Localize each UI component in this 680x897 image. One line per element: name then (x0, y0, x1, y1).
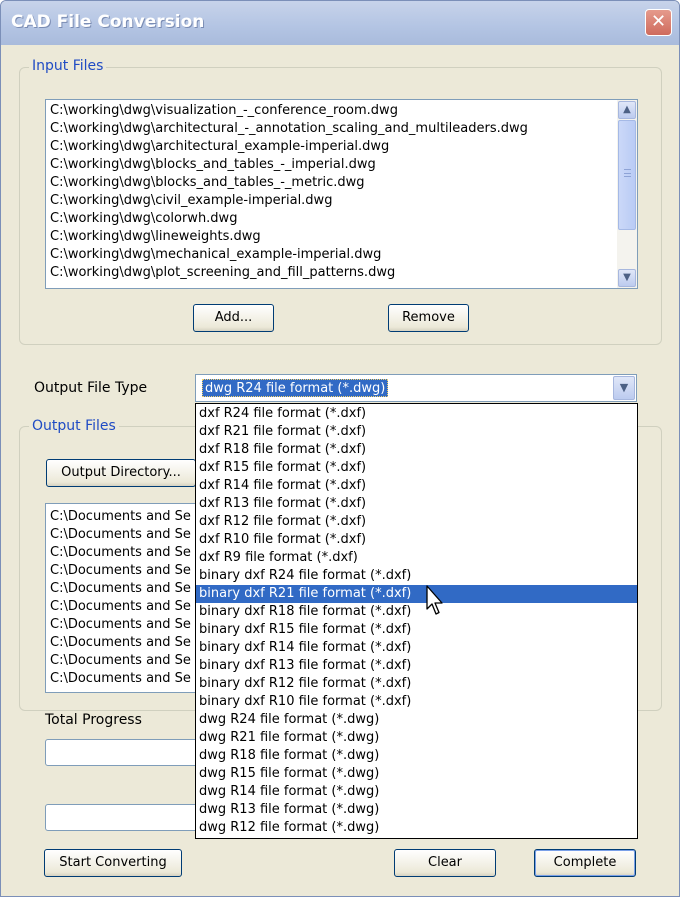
file-type-option[interactable]: dxf R21 file format (*.dxf) (196, 423, 637, 441)
file-type-option[interactable]: dwg R24 file format (*.dwg) (196, 711, 637, 729)
cad-file-conversion-dialog: CAD File Conversion ✕ Input Files C:\wor… (0, 0, 680, 897)
scroll-up-button[interactable]: ▲ (618, 101, 636, 119)
input-file-item[interactable]: C:\working\dwg\plot_screening_and_fill_p… (46, 264, 637, 282)
file-type-option[interactable]: binary dxf R18 file format (*.dxf) (196, 603, 637, 621)
file-type-option[interactable]: dxf R14 file format (*.dxf) (196, 477, 637, 495)
file-type-option[interactable]: dxf R12 file format (*.dxf) (196, 513, 637, 531)
complete-button[interactable]: Complete (534, 849, 636, 877)
file-type-option[interactable]: dwg R15 file format (*.dwg) (196, 765, 637, 783)
file-type-option[interactable]: binary dxf R14 file format (*.dxf) (196, 639, 637, 657)
output-file-type-label: Output File Type (34, 380, 148, 396)
file-type-option[interactable]: binary dxf R12 file format (*.dxf) (196, 675, 637, 693)
input-file-item[interactable]: C:\working\dwg\colorwh.dwg (46, 210, 637, 228)
output-file-type-select[interactable]: dwg R24 file format (*.dwg) ▼ (195, 374, 637, 402)
dropdown-button[interactable]: ▼ (613, 376, 635, 400)
file-type-option[interactable]: dwg R21 file format (*.dwg) (196, 729, 637, 747)
file-type-option[interactable]: dxf R10 file format (*.dxf) (196, 531, 637, 549)
file-type-option[interactable]: dxf R15 file format (*.dxf) (196, 459, 637, 477)
file-type-option[interactable]: dxf R24 file format (*.dxf) (196, 405, 637, 423)
scroll-down-button[interactable]: ▼ (618, 269, 636, 287)
file-type-option[interactable]: binary dxf R21 file format (*.dxf) (196, 585, 637, 603)
file-type-option[interactable]: binary dxf R15 file format (*.dxf) (196, 621, 637, 639)
total-progress-label: Total Progress (45, 712, 142, 728)
input-file-item[interactable]: C:\working\dwg\architectural_-_annotatio… (46, 120, 637, 138)
input-file-item[interactable]: C:\working\dwg\civil_example-imperial.dw… (46, 192, 637, 210)
close-icon: ✕ (650, 11, 667, 32)
output-file-type-value: dwg R24 file format (*.dwg) (202, 379, 389, 397)
mouse-cursor-icon (426, 585, 443, 615)
file-type-option[interactable]: dxf R18 file format (*.dxf) (196, 441, 637, 459)
chevron-down-icon: ▼ (619, 381, 629, 394)
chevron-down-icon: ▼ (623, 272, 631, 283)
add-button[interactable]: Add... (193, 304, 274, 332)
output-file-type-dropdown[interactable]: dxf R24 file format (*.dxf) dxf R21 file … (195, 403, 638, 839)
input-files-legend: Input Files (29, 58, 107, 74)
input-file-item[interactable]: C:\working\dwg\lineweights.dwg (46, 228, 637, 246)
start-converting-button[interactable]: Start Converting (44, 849, 182, 877)
output-directory-button[interactable]: Output Directory... (46, 459, 196, 487)
window-title: CAD File Conversion (11, 12, 205, 32)
file-type-option[interactable]: dxf R9 file format (*.dxf) (196, 549, 637, 567)
input-file-item[interactable]: C:\working\dwg\blocks_and_tables_-_metri… (46, 174, 637, 192)
title-bar[interactable]: CAD File Conversion ✕ (1, 1, 679, 45)
file-type-option[interactable]: dwg R12 file format (*.dwg) (196, 819, 637, 837)
output-files-legend: Output Files (29, 418, 119, 434)
grip-icon (624, 169, 631, 177)
file-type-option[interactable]: dwg R13 file format (*.dwg) (196, 801, 637, 819)
input-files-scrollbar[interactable]: ▲ ▼ (617, 100, 637, 288)
close-button[interactable]: ✕ (645, 9, 672, 36)
file-type-option[interactable]: binary dxf R13 file format (*.dxf) (196, 657, 637, 675)
input-file-item[interactable]: C:\working\dwg\visualization_-_conferenc… (46, 102, 637, 120)
input-file-item[interactable]: C:\working\dwg\mechanical_example-imperi… (46, 246, 637, 264)
scroll-thumb[interactable] (618, 120, 636, 230)
input-file-item[interactable]: C:\working\dwg\blocks_and_tables_-_imper… (46, 156, 637, 174)
input-files-list[interactable]: C:\working\dwg\visualization_-_conferenc… (45, 99, 638, 289)
file-type-option[interactable]: dxf R13 file format (*.dxf) (196, 495, 637, 513)
clear-button[interactable]: Clear (394, 849, 496, 877)
remove-button[interactable]: Remove (388, 304, 469, 332)
chevron-up-icon: ▲ (623, 104, 631, 115)
file-type-option[interactable]: dwg R18 file format (*.dwg) (196, 747, 637, 765)
file-type-option[interactable]: binary dxf R10 file format (*.dxf) (196, 693, 637, 711)
input-file-item[interactable]: C:\working\dwg\architectural_example-imp… (46, 138, 637, 156)
file-type-option[interactable]: binary dxf R24 file format (*.dxf) (196, 567, 637, 585)
file-type-option[interactable]: dwg R14 file format (*.dwg) (196, 783, 637, 801)
